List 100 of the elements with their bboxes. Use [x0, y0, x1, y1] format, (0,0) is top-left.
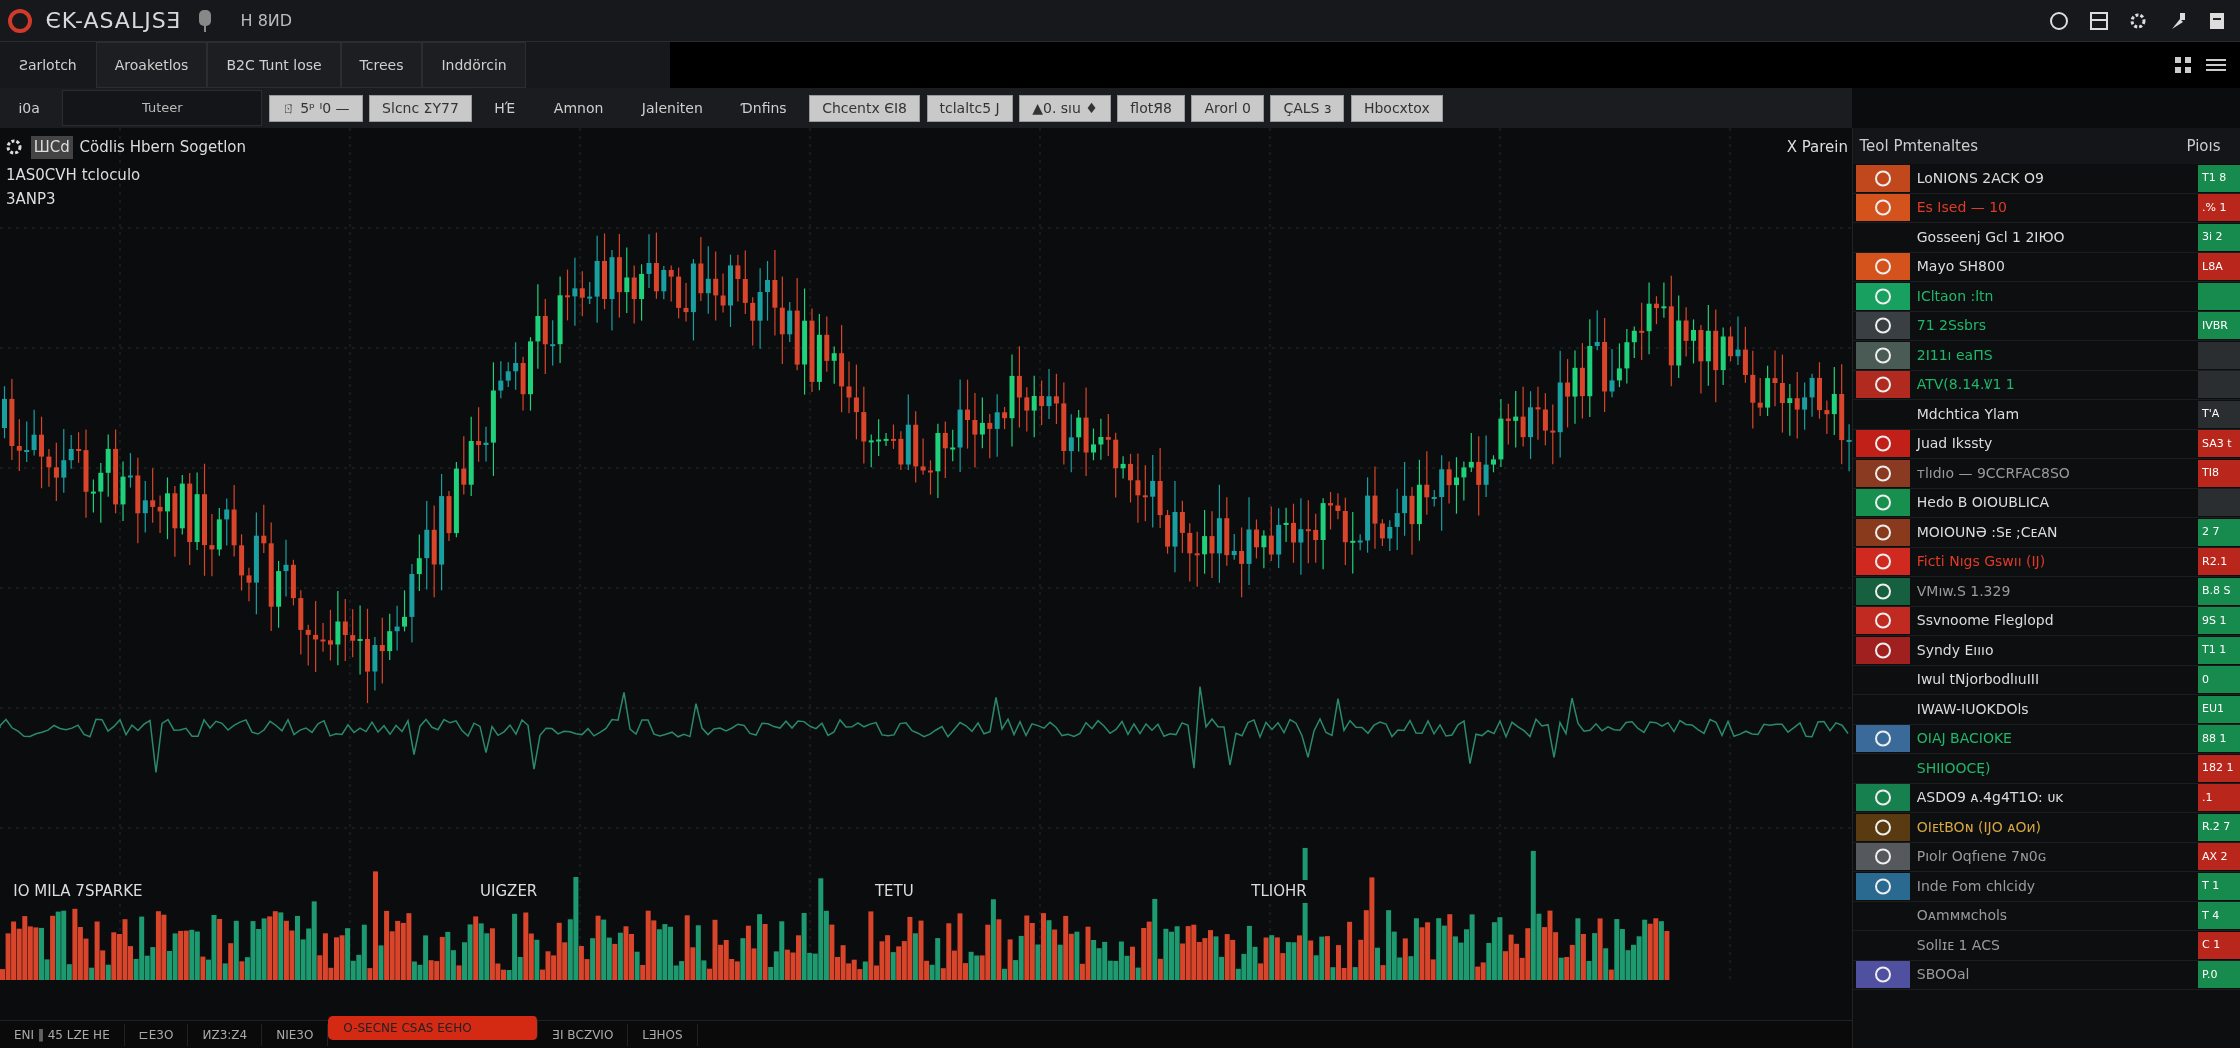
instrument-name[interactable]: ᴛlıdıo — 9CCRFAC8SO	[1916, 462, 2070, 484]
grid-icon[interactable]	[2174, 56, 2192, 74]
logo-icon	[1856, 872, 1911, 900]
instrument-name[interactable]: ASDO9 ᴀ.4g4T1O: ᴜᴋ	[1916, 787, 2064, 809]
chart-code: 3ANP3	[6, 189, 56, 210]
instrument-name[interactable]: LoNIONS 2ACK O9	[1916, 167, 2044, 189]
toolbar-button[interactable]: ㄖ 5ᵖ ᑊ0 —	[268, 94, 363, 122]
instrument-name[interactable]: Gosseenj Gcl 1 2IЮO	[1916, 226, 2065, 248]
price-cell: T1 8	[2198, 164, 2240, 192]
close-link[interactable]: X Parein	[1786, 136, 1848, 159]
tab[interactable]: B2C Tunt lose	[207, 42, 341, 88]
toolbar-label[interactable]: Jaleniten	[625, 97, 719, 119]
instrument-name[interactable]: Syndy Eıııo	[1916, 639, 1994, 661]
tab[interactable]: Aroaketlos	[95, 42, 208, 88]
status-item: ƎI ВCZVIO	[538, 1023, 629, 1046]
price-cell: 9S 1	[2198, 607, 2240, 635]
instrument-name[interactable]: 2I11ı eaПS	[1916, 344, 1993, 366]
logo-icon	[1856, 489, 1911, 517]
instrument-name[interactable]: Juad Ikssty	[1916, 433, 1993, 455]
instrument-name[interactable]: Mayo SH800	[1916, 256, 2005, 278]
price-cell: 88 1	[2198, 725, 2240, 753]
logo-icon	[1856, 607, 1911, 635]
instrument-name[interactable]: Hedo B OIOUBLICA	[1916, 492, 2050, 514]
price-cell: TI8	[2198, 459, 2240, 487]
logo-icon	[1856, 312, 1911, 340]
logo-icon	[1856, 548, 1911, 576]
instrument-name[interactable]: Iwul tNjorbodlıuIII	[1916, 669, 2040, 691]
instrument-name[interactable]: Ficti Nıgs Gswıı (IJ)	[1916, 551, 2046, 573]
price-cell: 0	[2198, 666, 2240, 694]
logo-icon	[1856, 843, 1911, 871]
toolbar-label[interactable]: Ꭵ0a	[3, 97, 56, 119]
instrument-name[interactable]: Pıolr Oqfıene 7ɴ0ɢ	[1916, 846, 2047, 868]
price-cell-background	[2198, 371, 2240, 399]
status-item: ИZ3:Z4	[188, 1023, 263, 1046]
status-item: LƎHOS	[628, 1023, 698, 1046]
instrument-name[interactable]: VMıw.S 1.329	[1916, 580, 2011, 602]
logo-icon	[1856, 253, 1911, 281]
dropdown[interactable]: Tuteer	[62, 90, 263, 126]
price-cell: C 1	[2198, 931, 2240, 959]
price-cell: SA3 t	[2198, 430, 2240, 458]
price-cell: T'A	[2198, 400, 2240, 428]
logo-icon	[1856, 459, 1911, 487]
logo-icon	[1856, 784, 1911, 812]
menu-icon[interactable]	[2205, 56, 2227, 74]
price-cell-background	[2198, 489, 2240, 517]
toolbar-label[interactable]: Amnon	[537, 97, 620, 119]
instrument-name[interactable]: ATV(8.14.Ꝟ1 1	[1916, 374, 2015, 396]
price-cell: 2 7	[2198, 518, 2240, 546]
toolbar-button[interactable]: Slcnc ΣΥ77	[369, 94, 472, 122]
logo-icon	[6, 7, 33, 34]
toolbar-button[interactable]: tclaltc5 J	[926, 94, 1013, 122]
price-cell: T 1	[2198, 872, 2240, 900]
logo-icon	[1856, 341, 1911, 369]
instrument-name[interactable]: OIᴇtBOɴ (IJO ᴀOᴎ)	[1916, 816, 2041, 838]
price-cell: IVBR	[2198, 312, 2240, 340]
tab[interactable]: Tcrees	[340, 42, 423, 88]
instrument-name[interactable]: Mdchtica Ylam	[1916, 403, 2020, 425]
status-item: O-SEСNE CSAS EЄHO	[328, 1016, 539, 1040]
logo-icon	[1856, 371, 1911, 399]
price-cell: P.0	[2198, 961, 2240, 989]
logo-icon	[1856, 518, 1911, 546]
logo-icon	[1856, 577, 1911, 605]
logo-icon	[1856, 282, 1911, 310]
instrument-name[interactable]: OIAJ BACIOKE	[1916, 728, 2012, 750]
price-cell: .% 1	[2198, 194, 2240, 222]
status-item: ⊏E3O	[124, 1023, 189, 1046]
instrument-name[interactable]: Oᴀmᴍᴍchols	[1916, 905, 2008, 927]
window-icon[interactable]	[2088, 10, 2109, 31]
toolbar-label[interactable]: ΗΈ	[478, 97, 532, 119]
instrument-name[interactable]: ICltaon :ltn	[1916, 285, 1994, 307]
instrument-name[interactable]: SHIIOOCĘ)	[1916, 757, 1991, 779]
instrument-name[interactable]: Sᴏllɪᴇ 1 ACS	[1916, 934, 2000, 956]
toolbar-label[interactable]: Ɗnfins	[725, 97, 803, 119]
toolbar-button[interactable]: flotЯ8	[1117, 94, 1185, 122]
circle-icon[interactable]	[2049, 10, 2069, 31]
chart-badge: ШCd	[30, 136, 74, 159]
instrument-name[interactable]: IWAW-IUOKDOls	[1916, 698, 2029, 720]
logo-icon	[1856, 194, 1911, 222]
instrument-name[interactable]: SBOOal	[1916, 964, 1970, 986]
price-cell: .1	[2198, 784, 2240, 812]
panel-title: Teol Pmtenaltes	[1859, 135, 1978, 157]
instrument-name[interactable]: Inde Fom chlcidy	[1916, 875, 2036, 897]
document-icon[interactable]	[2207, 10, 2227, 31]
logo-icon	[1856, 636, 1911, 664]
toolbar-button[interactable]: ▲0. sıu ♦	[1019, 94, 1111, 122]
tab[interactable]: Inddörcin	[422, 42, 526, 88]
app-subtitle: H 8ИD	[240, 9, 293, 32]
price-cell: L8A	[2198, 253, 2240, 281]
price-cell: T1 1	[2198, 636, 2240, 664]
chart-title: Cödlis Hbern Sogetlon	[79, 137, 247, 158]
toolbar-button[interactable]: Hbocxtox	[1350, 94, 1443, 122]
toolbar-button[interactable]: Chcentx ЄI8	[809, 94, 920, 122]
column-header: Pioıs	[2186, 135, 2221, 157]
instrument-name[interactable]: 71 2Ssbrs	[1916, 315, 1987, 337]
instrument-name[interactable]: MOIOUNƏ :Sᴇ ;CᴇAN	[1916, 521, 2058, 543]
toolbar-button[interactable]: ÇALS ɜ	[1270, 94, 1345, 122]
logo-icon	[1856, 813, 1911, 841]
instrument-name[interactable]: Es Ised — 10	[1916, 197, 2007, 219]
toolbar-button[interactable]: Arorl 0	[1191, 94, 1264, 122]
instrument-name[interactable]: Ssvnoome Flegloрd	[1916, 610, 2054, 632]
